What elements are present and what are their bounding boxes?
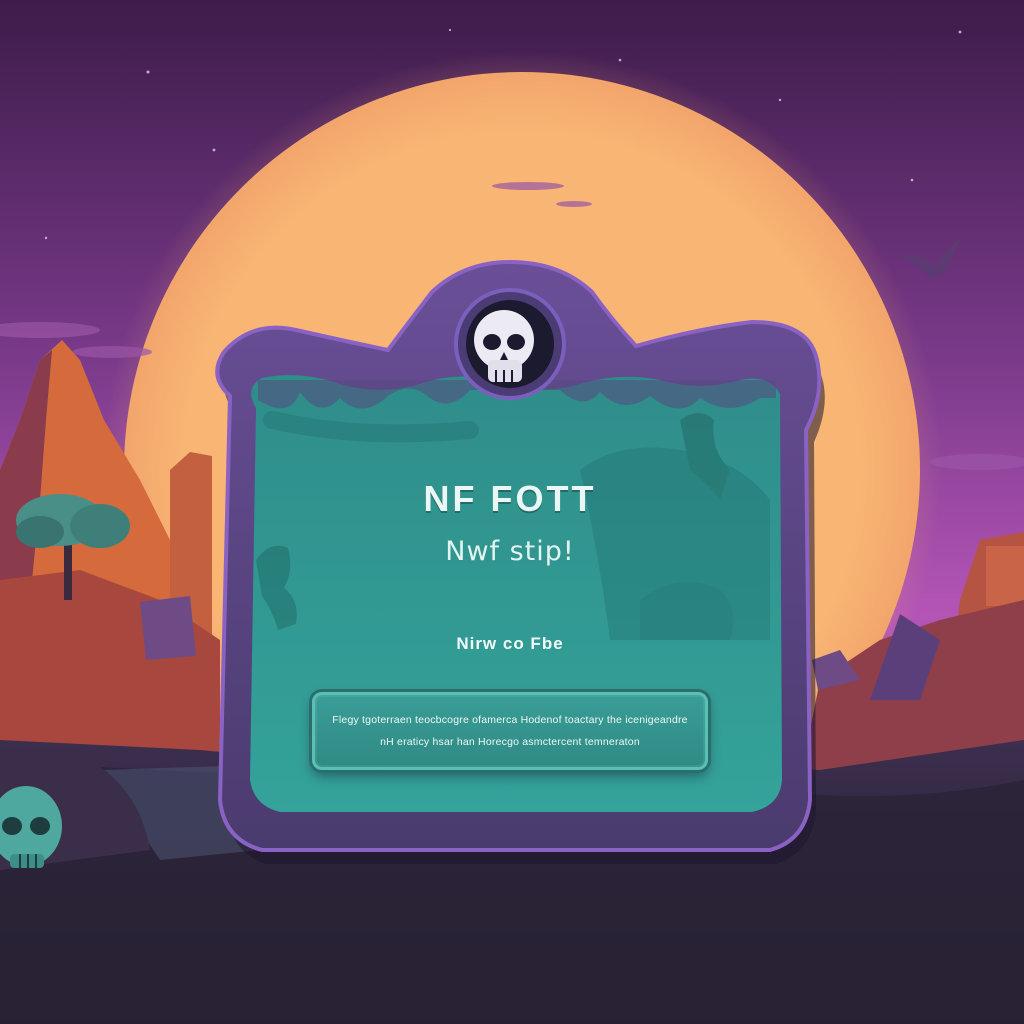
panel-caption: Nirw co Fbe — [456, 634, 564, 653]
message-button[interactable]: Flegy tgoterraen teocbcogre ofamerca Hod… — [312, 692, 708, 770]
message-line-1: Flegy tgoterraen teocbcogre ofamerca Hod… — [332, 714, 688, 726]
message-line-2: nH eraticy hsar han Horecgo asmctercent … — [380, 736, 640, 748]
panel-subtitle: Nwf stip! — [445, 536, 575, 567]
emblem — [454, 288, 566, 400]
game-scene: NF FOTT Nwf stip! Nirw co Fbe Flegy tgot… — [0, 0, 1024, 1024]
panel-title: NF FOTT — [423, 478, 597, 519]
